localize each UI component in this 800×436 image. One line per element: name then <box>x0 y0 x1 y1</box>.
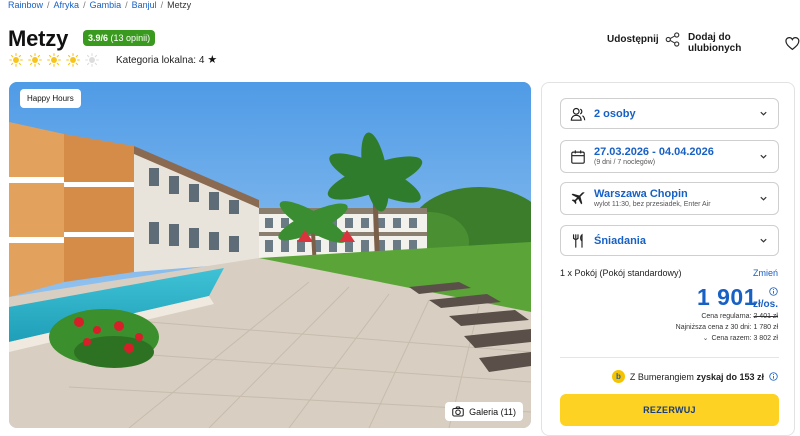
share-icon <box>665 32 680 47</box>
lowest-price-30-days: Najniższa cena z 30 dni: 1 780 zł <box>675 324 778 331</box>
board-value: Śniadania <box>594 235 646 247</box>
breadcrumb-current: Metzy <box>167 0 192 10</box>
total-price-toggle[interactable]: ⌄ Cena razem: 3 802 zł <box>676 333 778 344</box>
price-breakdown: Cena regularna: 2 401 zł Najniższa cena … <box>676 311 778 344</box>
cutlery-icon <box>572 233 583 248</box>
page-title: Metzy <box>8 26 69 51</box>
breadcrumb: Rainbow / Afryka / Gambia / Banjul / Metzy <box>8 0 191 10</box>
price-per-person: 1 901 <box>696 284 757 310</box>
bumerang-logo-icon: b <box>611 370 625 383</box>
room-description: 1 x Pokój (Pokój standardowy) <box>560 268 682 278</box>
breadcrumb-separator: / <box>125 0 128 10</box>
star-icon: ★ <box>207 54 218 66</box>
hotel-photo[interactable]: Happy Hours Galeria (11) <box>9 82 531 428</box>
gallery-label: Galeria (11) <box>469 406 516 417</box>
camera-icon <box>452 406 464 417</box>
chevron-down-icon <box>760 196 767 201</box>
sun-icon <box>28 53 42 67</box>
departure-airport: Warszawa Chopin <box>594 188 688 200</box>
dates-value: 27.03.2026 - 04.04.2026 <box>594 146 714 158</box>
sun-icon <box>9 53 23 67</box>
board-select[interactable]: Śniadania <box>560 225 779 256</box>
gallery-button[interactable]: Galeria (11) <box>445 402 523 421</box>
flight-details: wylot 11:30, bez przesiadek, Enter Air <box>594 201 711 208</box>
dates-duration: (9 dni / 7 noclegów) <box>594 159 656 166</box>
rating-badge[interactable]: 3.9/6 (13 opinii) <box>83 30 156 46</box>
add-to-favorites-button[interactable]: Dodaj do ulubionych <box>688 32 800 54</box>
calendar-icon <box>571 149 585 164</box>
breadcrumb-separator: / <box>83 0 86 10</box>
rating-score: 3.9/6 <box>88 33 109 43</box>
heart-icon <box>785 36 800 50</box>
people-icon <box>570 107 586 121</box>
sun-icon <box>47 53 61 67</box>
price-unit: zł/os. <box>752 299 778 310</box>
local-category: Kategoria lokalna: 4 ★ <box>116 54 218 67</box>
total-price: Cena razem: 3 802 zł <box>711 335 778 342</box>
chevron-down-icon <box>760 238 767 243</box>
plane-icon <box>571 191 585 204</box>
breadcrumb-link-rainbow[interactable]: Rainbow <box>8 0 43 10</box>
chevron-down-icon <box>760 154 767 159</box>
dates-select[interactable]: 27.03.2026 - 04.04.2026 (9 dni / 7 nocle… <box>560 140 779 173</box>
bumerang-text: Z Bumerangiem zyskaj do 153 zł <box>629 371 764 382</box>
chevron-down-icon: ⌄ <box>702 335 709 342</box>
regular-price-label: Cena regularna: <box>701 313 752 320</box>
happy-hours-badge: Happy Hours <box>20 89 81 108</box>
info-icon[interactable] <box>769 287 778 296</box>
breadcrumb-link-banjul[interactable]: Banjul <box>132 0 157 10</box>
hotel-photo-illustration <box>9 82 531 428</box>
booking-panel: 2 osoby 27.03.2026 - 04.04.2026 (9 dni /… <box>541 82 795 436</box>
bumerang-promo: b Z Bumerangiem zyskaj do 153 zł <box>611 370 778 383</box>
chevron-down-icon <box>760 111 767 116</box>
favorite-label: Dodaj do ulubionych <box>688 32 742 54</box>
breadcrumb-separator: / <box>47 0 50 10</box>
breadcrumb-separator: / <box>160 0 164 10</box>
departure-select[interactable]: Warszawa Chopin wylot 11:30, bez przesia… <box>560 182 779 215</box>
share-label: Udostępnij <box>607 34 659 45</box>
sun-icon <box>66 53 80 67</box>
regular-price: 2 401 zł <box>753 313 778 320</box>
divider <box>560 357 779 358</box>
sun-rating <box>9 53 99 67</box>
travelers-select[interactable]: 2 osoby <box>560 98 779 129</box>
share-button[interactable]: Udostępnij <box>607 32 680 47</box>
local-category-label: Kategoria lokalna: 4 <box>116 55 205 66</box>
breadcrumb-link-gambia[interactable]: Gambia <box>90 0 122 10</box>
rating-count: (13 opinii) <box>110 33 151 43</box>
breadcrumb-link-afryka[interactable]: Afryka <box>54 0 80 10</box>
change-room-link[interactable]: Zmień <box>753 268 778 278</box>
reserve-button[interactable]: REZERWUJ <box>560 394 779 426</box>
travelers-value: 2 osoby <box>594 108 636 120</box>
info-icon[interactable] <box>769 372 778 381</box>
sun-empty-icon <box>85 53 99 67</box>
